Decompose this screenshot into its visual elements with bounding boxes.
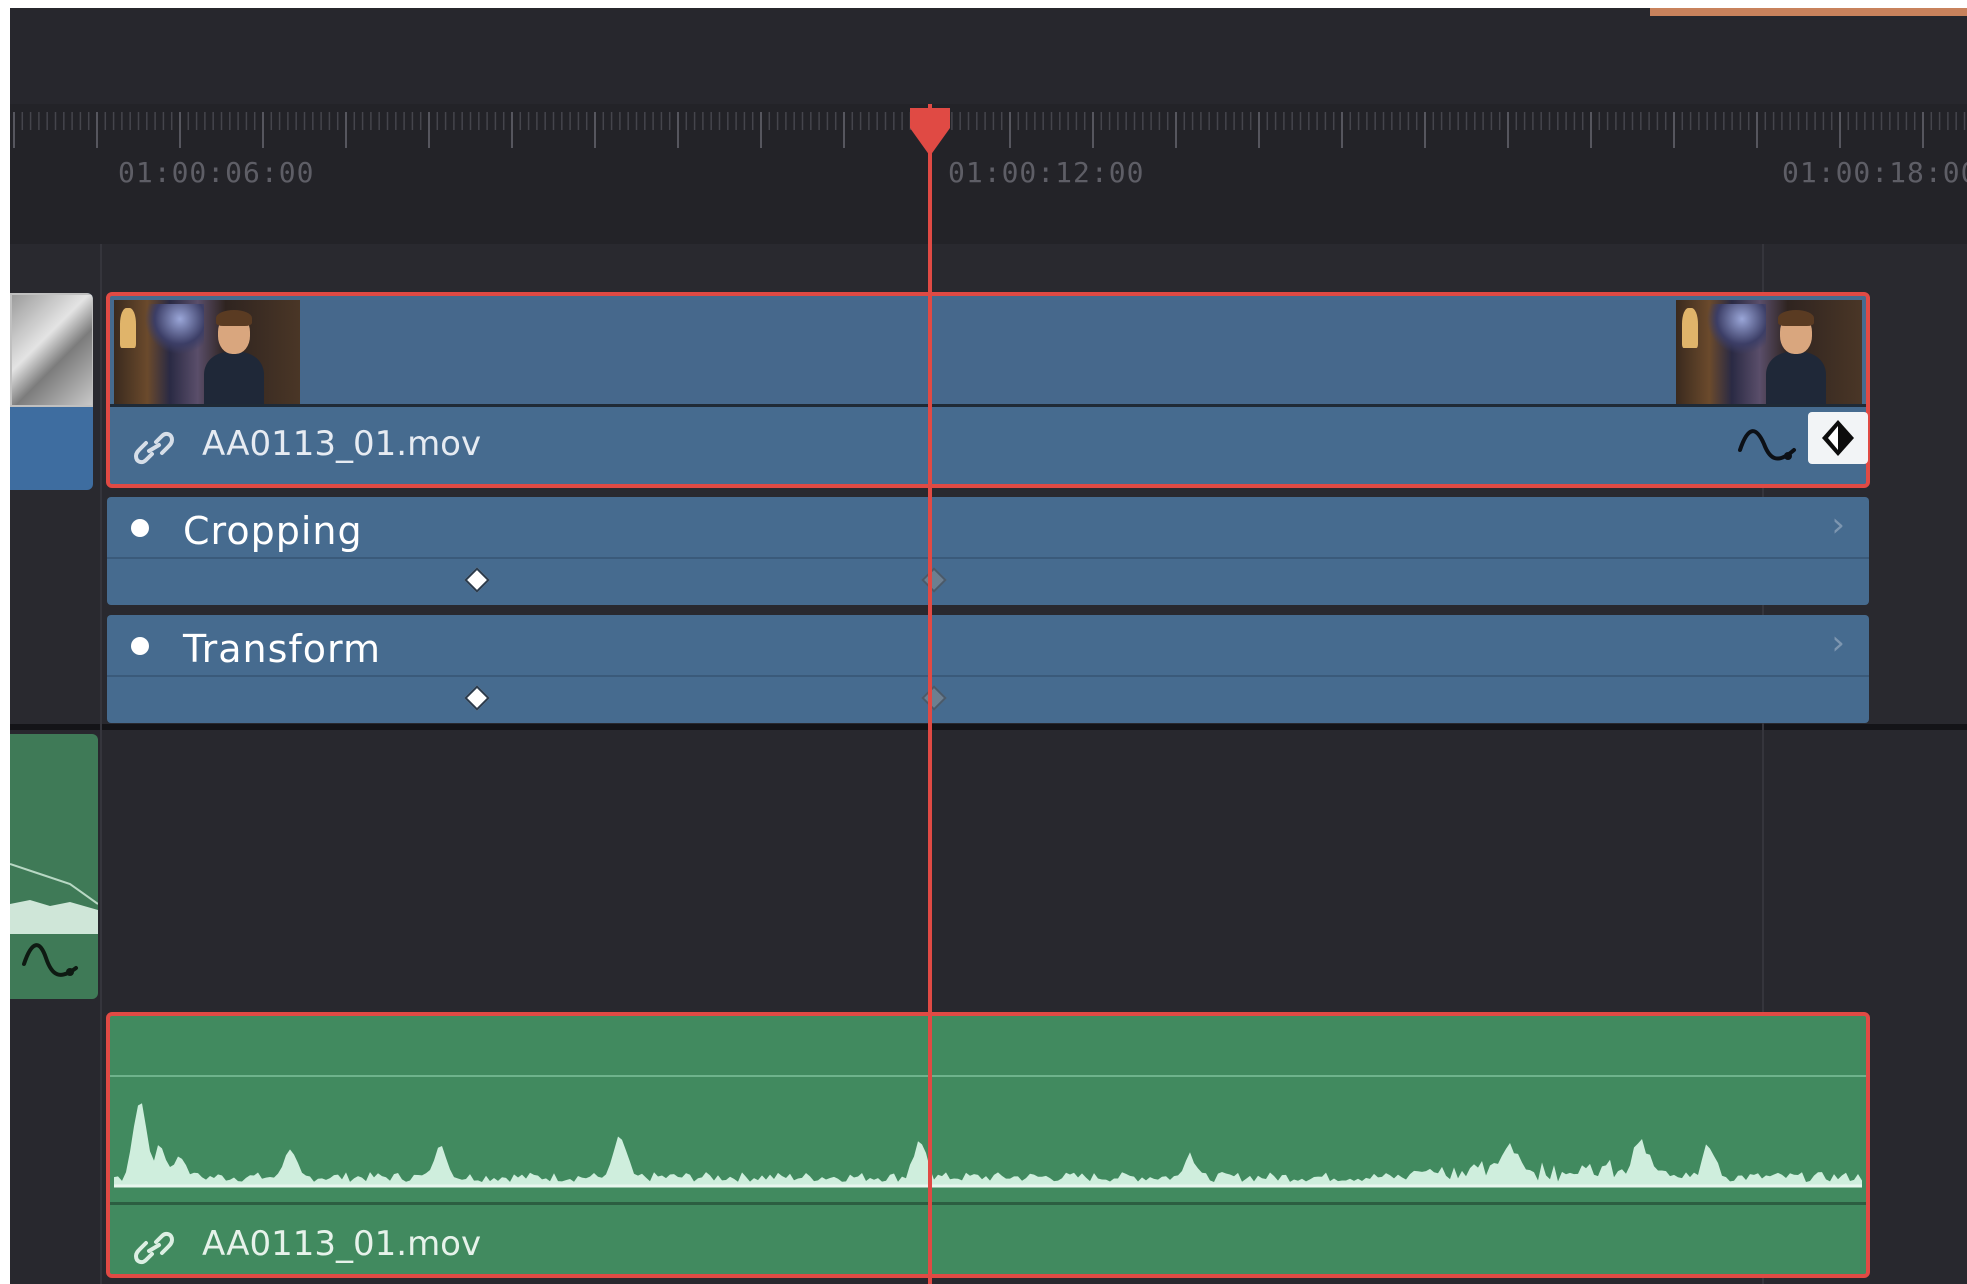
timecode-label: 01:00:06:00 [118, 156, 315, 189]
fx-enable-dot[interactable] [131, 519, 149, 537]
video-clip[interactable]: AA0113_01.mov [106, 292, 1870, 488]
ruler-ticks [13, 112, 1966, 148]
audio-clip[interactable]: AA0113_01.mov [106, 1012, 1870, 1278]
link-icon[interactable] [132, 428, 176, 468]
timeline-ruler[interactable]: 01:00:06:00 01:00:12:00 01:00:18:00 [10, 104, 1967, 244]
keyframe-marker[interactable] [921, 685, 947, 711]
clip-name: AA0113_01.mov [202, 424, 482, 464]
curve-icon[interactable] [20, 934, 80, 984]
clip-thumbnail [10, 293, 93, 407]
timeline-window: 01:00:06:00 01:00:12:00 01:00:18:00 AA01… [10, 8, 1967, 1284]
fx-separator [107, 557, 1869, 559]
grid-line [100, 244, 102, 1284]
corner-accent [1650, 8, 1967, 16]
link-icon[interactable] [132, 1228, 176, 1268]
keyframe-icon [1822, 420, 1854, 456]
chevron-right-icon[interactable]: › [1831, 623, 1845, 663]
curve-icon[interactable] [1736, 420, 1800, 470]
previous-video-clip[interactable] [10, 293, 93, 490]
thumbnail-strip [114, 300, 1862, 404]
clip-thumbnail-start [114, 300, 300, 404]
clip-thumbnail-end [1676, 300, 1862, 404]
keyframe-toggle-button[interactable] [1808, 412, 1868, 464]
waveform-shape [114, 1103, 1862, 1186]
timecode-label: 01:00:18:00 [1782, 156, 1967, 189]
chevron-right-icon[interactable]: › [1831, 505, 1845, 545]
fx-track-cropping[interactable]: Cropping › [107, 497, 1869, 605]
fx-track-transform[interactable]: Transform › [107, 615, 1869, 723]
keyframe-marker[interactable] [464, 685, 490, 711]
playhead-marker-icon[interactable] [908, 106, 952, 158]
clip-separator [110, 1202, 1866, 1205]
timecode-label: 01:00:12:00 [948, 156, 1145, 189]
playhead[interactable] [928, 104, 932, 1284]
fx-label: Transform [183, 627, 382, 671]
fx-label: Cropping [183, 509, 363, 553]
fx-enable-dot[interactable] [131, 637, 149, 655]
previous-audio-clip[interactable] [10, 734, 98, 999]
volume-curve [10, 863, 98, 934]
keyframe-marker[interactable] [464, 567, 490, 593]
clip-separator [110, 404, 1866, 407]
fx-separator [107, 675, 1869, 677]
clip-name: AA0113_01.mov [202, 1224, 482, 1264]
audio-waveform [110, 1075, 1866, 1188]
keyframe-marker[interactable] [921, 567, 947, 593]
